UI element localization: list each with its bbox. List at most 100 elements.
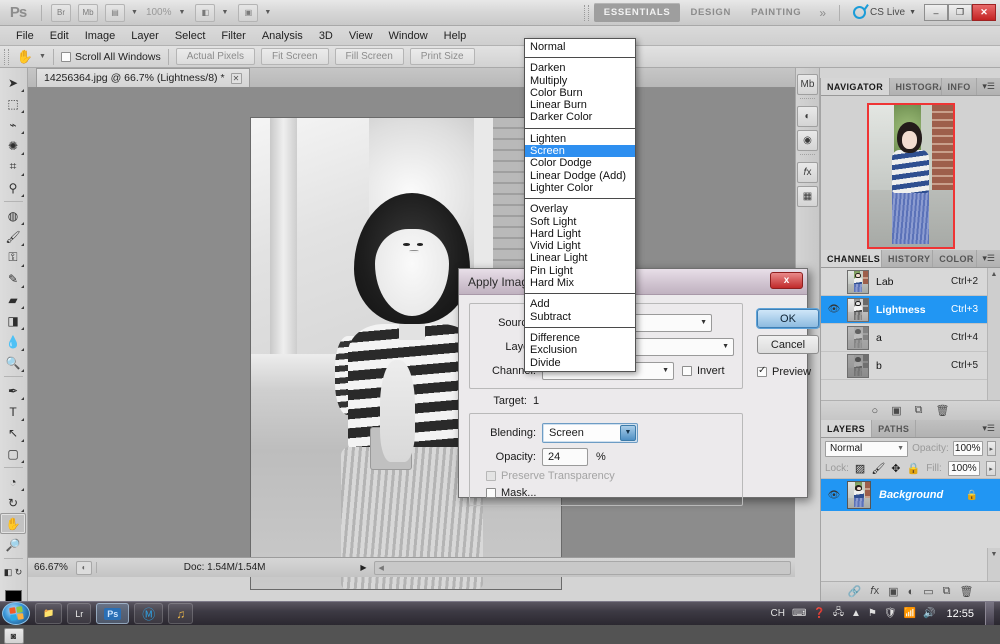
panel-menu-icon[interactable]: ▾☰ (977, 78, 1000, 95)
new-layer-icon[interactable]: ⧉ (943, 585, 951, 598)
tab-histogram[interactable]: HISTOGRAM (890, 78, 942, 95)
crop-tool[interactable]: ⌗ (0, 156, 26, 177)
channel-row-lab[interactable]: Lab Ctrl+2 (821, 268, 1000, 296)
tab-info[interactable]: INFO (942, 78, 978, 95)
network-icon[interactable]: 🖧 (833, 605, 844, 622)
channel-row-b[interactable]: b Ctrl+5 (821, 352, 1000, 380)
navigator-thumbnail[interactable] (867, 103, 955, 249)
tab-layers[interactable]: LAYERS (821, 420, 872, 437)
input-language-icon[interactable]: CH (770, 608, 784, 619)
layer-mask-icon[interactable]: ▣ (888, 585, 898, 598)
start-button[interactable] (2, 602, 30, 625)
masks-icon[interactable]: ◉ (797, 130, 818, 151)
screen-mode-button[interactable]: ◧▼ (195, 4, 228, 22)
panel-menu-icon[interactable]: ▾☰ (977, 420, 1000, 437)
menu-file[interactable]: File (8, 28, 42, 44)
blend-option-soft-light[interactable]: Soft Light (525, 216, 635, 228)
blend-option-divide[interactable]: Divide (525, 357, 635, 369)
blend-option-vivid-light[interactable]: Vivid Light (525, 240, 635, 252)
workspace-tab-painting[interactable]: PAINTING (741, 3, 811, 22)
tool-preset-chevron-icon[interactable]: ▼ (39, 53, 46, 60)
status-timing-icon[interactable]: ◐ (76, 561, 92, 575)
flag-warning-icon[interactable]: ⚑ (868, 608, 877, 619)
scroll-down-icon[interactable]: ▼ (988, 548, 1000, 560)
panel-menu-icon[interactable]: ▾☰ (977, 250, 1000, 267)
horizontal-scrollbar[interactable]: ◀ (374, 561, 791, 575)
blend-option-linear-light[interactable]: Linear Light (525, 252, 635, 264)
cancel-button[interactable]: Cancel (757, 335, 819, 354)
taskbar-clock[interactable]: 12:55 (942, 608, 978, 620)
delete-layer-icon[interactable]: 🗑 (959, 585, 973, 598)
taskbar-item-explorer[interactable]: 📁 (35, 603, 62, 624)
visibility-toggle-icon[interactable]: 👁 (821, 490, 847, 501)
blend-option-normal[interactable]: Normal (525, 41, 635, 53)
fill-screen-button[interactable]: Fill Screen (335, 48, 404, 65)
eraser-tool[interactable]: ▰ (0, 289, 26, 310)
print-size-button[interactable]: Print Size (410, 48, 475, 65)
menu-select[interactable]: Select (167, 28, 214, 44)
chevron-down-icon[interactable]: ▼ (909, 9, 916, 16)
checkbox-box[interactable] (757, 367, 767, 377)
new-group-icon[interactable]: ▭ (923, 585, 933, 598)
ok-button[interactable]: OK (757, 309, 819, 328)
move-tool[interactable]: ➤ (0, 72, 26, 93)
checkbox-box[interactable] (61, 52, 71, 62)
blend-option-add[interactable]: Add (525, 298, 635, 310)
view-extras-button[interactable]: ▤▼ (105, 4, 138, 22)
layer-row-background[interactable]: 👁 Background 🔒 (821, 479, 1000, 511)
brush-tool[interactable]: 🖌 (0, 226, 26, 247)
chevron-down-icon[interactable]: ▼ (897, 445, 904, 452)
channel-row-a[interactable]: a Ctrl+4 (821, 324, 1000, 352)
eyedropper-tool[interactable]: ⚲ (0, 177, 26, 198)
tab-history[interactable]: HISTORY (882, 250, 933, 267)
blend-option-screen[interactable]: Screen (525, 145, 635, 157)
history-brush-tool[interactable]: ✎ (0, 268, 26, 289)
pen-tool[interactable]: ✒ (0, 380, 26, 401)
menu-filter[interactable]: Filter (213, 28, 253, 44)
checkbox-box[interactable] (486, 488, 496, 498)
blend-option-darken[interactable]: Darken (525, 62, 635, 74)
blend-option-color-burn[interactable]: Color Burn (525, 87, 635, 99)
status-popup-arrow-icon[interactable]: ▶ (352, 563, 374, 572)
gradient-tool[interactable]: ◨ (0, 310, 26, 331)
help-icon[interactable]: ❓ (813, 608, 825, 619)
quick-select-tool[interactable]: ✺ (0, 135, 26, 156)
path-select-tool[interactable]: ↖ (0, 422, 26, 443)
actual-pixels-button[interactable]: Actual Pixels (176, 48, 255, 65)
taskbar-item-maxthon[interactable]: Ⓜ (134, 603, 163, 624)
bridge-icon[interactable]: Br (51, 4, 71, 22)
mask-checkbox[interactable]: Mask... (486, 487, 734, 499)
scroll-all-windows-checkbox[interactable]: Scroll All Windows (61, 51, 161, 63)
visibility-toggle-icon[interactable]: 👁 (821, 304, 847, 315)
zoom-chevron-down-icon[interactable]: ▼ (179, 9, 186, 16)
shape-tool[interactable]: ▢ (0, 443, 26, 464)
blending-select[interactable]: Screen ▼ (542, 423, 638, 443)
fill-value[interactable]: 100% (948, 461, 980, 476)
blend-option-hard-mix[interactable]: Hard Mix (525, 277, 635, 289)
scroll-up-icon[interactable]: ▲ (988, 268, 1000, 280)
tab-navigator[interactable]: NAVIGATOR (821, 78, 890, 95)
blend-option-pin-light[interactable]: Pin Light (525, 265, 635, 277)
menu-window[interactable]: Window (381, 28, 436, 44)
chevron-down-icon[interactable]: ▼ (662, 367, 669, 374)
delete-channel-icon[interactable]: 🗑 (935, 404, 949, 417)
document-tab[interactable]: 14256364.jpg @ 66.7% (Lightness/8) * ✕ (36, 68, 250, 87)
preview-checkbox[interactable]: Preview (757, 366, 819, 378)
blend-option-hard-light[interactable]: Hard Light (525, 228, 635, 240)
blend-option-overlay[interactable]: Overlay (525, 203, 635, 215)
actions-icon[interactable]: 𝑓x (797, 162, 818, 183)
link-layers-icon[interactable]: 🔗 (848, 585, 862, 598)
menu-analysis[interactable]: Analysis (254, 28, 311, 44)
3d-orbit-tool[interactable]: ↻ (0, 492, 26, 513)
save-selection-icon[interactable]: ▣ (891, 404, 901, 417)
cs-live-button[interactable]: CS Live ▼ (845, 6, 924, 19)
fit-screen-button[interactable]: Fit Screen (261, 48, 329, 65)
workspace-tab-design[interactable]: DESIGN (680, 3, 741, 22)
show-desktop-button[interactable] (985, 602, 994, 625)
menu-view[interactable]: View (341, 28, 381, 44)
dodge-tool[interactable]: 🔍 (0, 352, 26, 373)
lock-all-icon[interactable]: 🔒 (907, 462, 921, 475)
blend-option-exclusion[interactable]: Exclusion (525, 344, 635, 356)
arrange-documents-icon[interactable]: ◧ (195, 4, 215, 22)
lock-position-icon[interactable]: ✥ (891, 462, 900, 475)
